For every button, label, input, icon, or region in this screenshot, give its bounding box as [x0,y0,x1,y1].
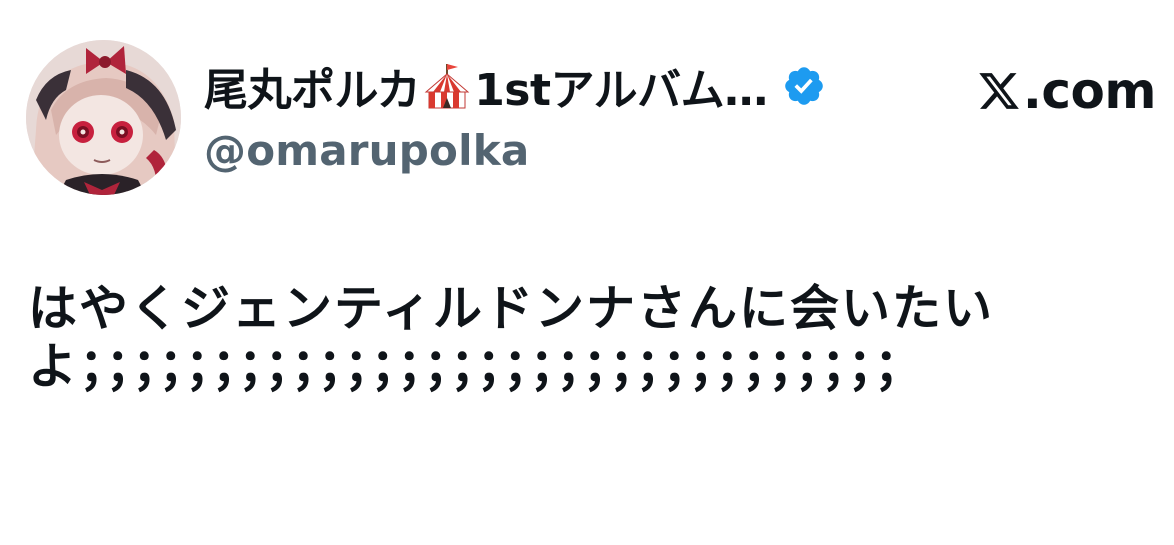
site-logo[interactable]: .com [977,62,1157,120]
verified-badge-icon [784,67,823,105]
circus-tent-icon [424,64,470,109]
tweet-text: はやくジェンティルドンナさんに会いたいよ；；；；；；；；；；；；；；；；；；；；… [28,280,995,395]
site-logo-label: .com [1022,62,1157,120]
tweet-header: 尾丸ポルカ 1stアルバム… @omarupolka .com [26,40,1157,195]
author-display-name-text: 尾丸ポルカ [204,65,421,116]
avatar-illustration [26,40,181,195]
x-logo-icon [979,73,1019,109]
author-handle[interactable]: @omarupolka [204,126,529,175]
author-name-row[interactable]: 尾丸ポルカ 1stアルバム… [204,54,826,118]
avatar[interactable] [26,40,181,195]
author-name-suffix: 1stアルバム… [474,65,768,116]
author-display-name[interactable]: 尾丸ポルカ 1stアルバム… [204,54,768,118]
